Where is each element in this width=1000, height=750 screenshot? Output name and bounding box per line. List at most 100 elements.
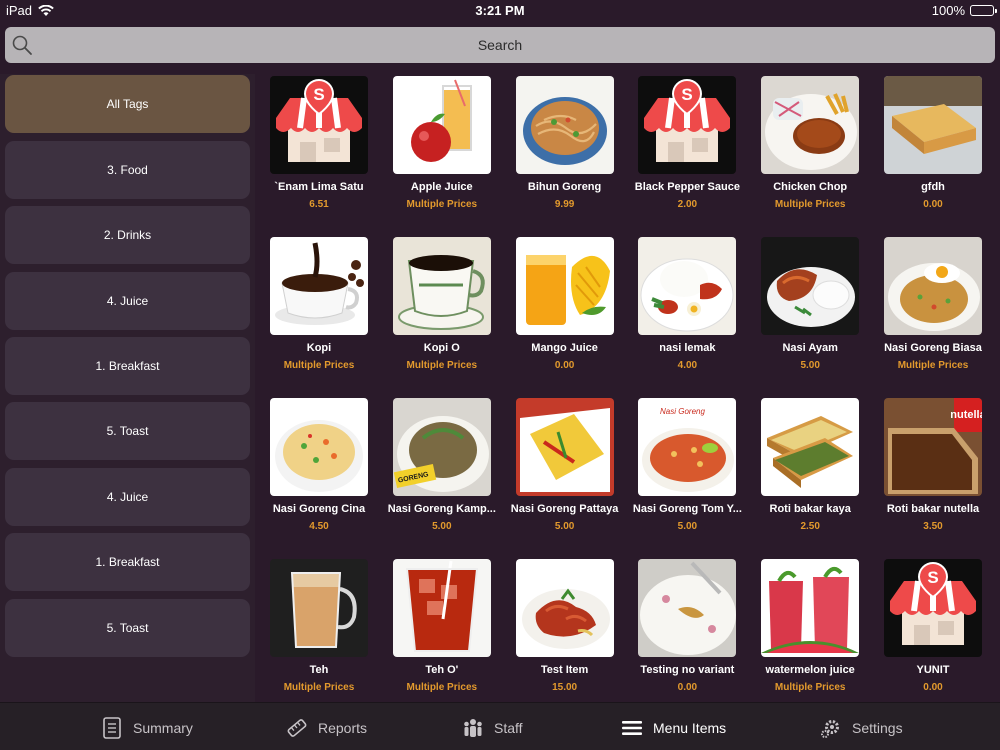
menu-item-price: 3.50 (923, 521, 943, 532)
svg-text:Nasi Goreng: Nasi Goreng (660, 407, 705, 416)
svg-text:nutella: nutella (950, 409, 982, 421)
tab-summary[interactable]: Summary (101, 715, 193, 741)
menu-item-name: Nasi Goreng Pattaya (510, 503, 619, 515)
clock: 3:21 PM (475, 3, 525, 18)
menu-item-price: 5.00 (554, 521, 575, 532)
mango-juice-image (515, 237, 614, 335)
staff-icon (464, 719, 482, 737)
menu-item-card[interactable]: Teh O' Multiple Prices (385, 557, 508, 718)
menu-item-card[interactable]: S YUNIT 0.00 (876, 557, 999, 718)
coffee-cup-image (392, 237, 491, 335)
menu-item-price: 5.00 (432, 521, 452, 532)
tag-sidebar: All Tags 3. Food 2. Drinks 4. Juice 1. B… (0, 74, 255, 702)
search-input[interactable]: Search (5, 37, 995, 53)
menu-item-price: 6.51 (309, 199, 329, 210)
tab-settings[interactable]: Settings (820, 715, 903, 741)
watermelon-juice-image (761, 559, 860, 657)
menu-list-icon (622, 721, 642, 735)
tag-toast-2[interactable]: 5. Toast (5, 599, 250, 657)
menu-item-name: Black Pepper Sauce (634, 181, 740, 193)
tag-drinks[interactable]: 2. Drinks (5, 206, 250, 264)
menu-item-name: Nasi Goreng Biasa (884, 342, 982, 354)
menu-item-card[interactable]: Bihun Goreng 9.99 (508, 74, 631, 235)
tag-juice[interactable]: 4. Juice (5, 272, 250, 330)
fried-rice-kampung-image: GORENG (392, 398, 491, 496)
menu-item-card[interactable]: Test Item 15.00 (508, 557, 631, 718)
menu-item-price: 0.00 (923, 199, 943, 210)
reports-icon (287, 719, 307, 737)
menu-item-price: Multiple Prices (774, 682, 846, 693)
battery-percent: 100% (931, 3, 965, 18)
store-logo-image: S (638, 76, 737, 174)
tag-food[interactable]: 3. Food (5, 141, 250, 199)
svg-text:S: S (313, 85, 324, 104)
milk-tea-image (270, 559, 368, 657)
tag-juice-2[interactable]: 4. Juice (5, 468, 250, 526)
menu-item-name: Teh (309, 664, 329, 676)
menu-item-name: Roti bakar kaya (769, 503, 851, 515)
gear-icon (821, 720, 839, 738)
menu-item-price: Multiple Prices (897, 360, 969, 371)
toast-image (884, 76, 982, 174)
menu-item-card[interactable]: Nasi Goreng Cina 4.50 (262, 396, 385, 557)
menu-item-card[interactable]: Mango Juice 0.00 (508, 235, 631, 396)
menu-item-card[interactable]: nasi lemak 4.00 (630, 235, 753, 396)
menu-item-card[interactable]: gfdh 0.00 (876, 74, 999, 235)
menu-item-name: Test Item (540, 664, 589, 676)
chicken-curry-image (515, 559, 614, 657)
menu-item-card[interactable]: Nasi Goreng Pattaya 5.00 (508, 396, 631, 557)
tab-menu-items[interactable]: Menu Items (621, 715, 726, 741)
menu-item-card[interactable]: GORENG Nasi Goreng Kamp... 5.00 (385, 396, 508, 557)
menu-item-name: Mango Juice (531, 342, 598, 354)
svg-text:S: S (682, 85, 693, 104)
menu-item-price: 2.50 (800, 521, 820, 532)
menu-item-price: 4.00 (677, 360, 698, 371)
menu-item-card[interactable]: Apple Juice Multiple Prices (385, 74, 508, 235)
nasi-lemak-image (638, 237, 737, 335)
tag-all-tags[interactable]: All Tags (5, 75, 250, 133)
menu-item-card[interactable]: Chicken Chop Multiple Prices (753, 74, 876, 235)
menu-item-card[interactable]: Nasi Goreng Nasi Goreng Tom Y... 5.00 (630, 396, 753, 557)
kaya-toast-image (761, 398, 860, 496)
tom-yam-rice-image: Nasi Goreng (638, 398, 737, 496)
menu-item-card[interactable]: Nasi Ayam 5.00 (753, 235, 876, 396)
menu-item-grid: S `Enam Lima Satu 6.51 Apple Juice Multiple… (262, 74, 1000, 702)
menu-item-price: Multiple Prices (406, 682, 478, 693)
menu-item-card[interactable]: nutella Roti bakar nutella 3.50 (876, 396, 999, 557)
tab-reports[interactable]: Reports (286, 715, 367, 741)
menu-item-card[interactable]: Kopi Multiple Prices (262, 235, 385, 396)
menu-item-name: Nasi Ayam (782, 342, 838, 354)
menu-item-name: Kopi (306, 342, 332, 354)
iced-tea-image (392, 559, 491, 657)
menu-item-card[interactable]: S Black Pepper Sauce 2.00 (630, 74, 753, 235)
tag-toast[interactable]: 5. Toast (5, 402, 250, 460)
menu-item-price: 0.00 (923, 682, 943, 693)
menu-item-card[interactable]: Nasi Goreng Biasa Multiple Prices (876, 235, 999, 396)
menu-item-name: Kopi O (423, 342, 460, 354)
search-bar[interactable]: Search (5, 27, 995, 63)
tag-breakfast[interactable]: 1. Breakfast (5, 337, 250, 395)
menu-item-card[interactable]: Kopi O Multiple Prices (385, 235, 508, 396)
menu-item-price: 15.00 (552, 682, 578, 693)
menu-item-name: Teh O' (425, 664, 459, 676)
menu-item-price: 5.00 (677, 521, 698, 532)
menu-item-price: 0.00 (677, 682, 698, 693)
menu-item-card[interactable]: Roti bakar kaya 2.50 (753, 396, 876, 557)
tag-breakfast-2[interactable]: 1. Breakfast (5, 533, 250, 591)
menu-item-price: 2.00 (677, 199, 698, 210)
menu-item-card[interactable]: Testing no variant 0.00 (630, 557, 753, 718)
store-logo-image: S (270, 76, 368, 174)
fried-rice-image (270, 398, 368, 496)
menu-item-name: nasi lemak (659, 342, 716, 354)
status-bar: iPad 3:21 PM 100% (0, 0, 1000, 22)
menu-item-card[interactable]: watermelon juice Multiple Prices (753, 557, 876, 718)
menu-item-card[interactable]: S `Enam Lima Satu 6.51 (262, 74, 385, 235)
chicken-rice-image (761, 237, 860, 335)
menu-item-name: `Enam Lima Satu (274, 181, 364, 193)
noodles-image (515, 76, 614, 174)
menu-item-price: Multiple Prices (406, 360, 478, 371)
tab-staff[interactable]: Staff (462, 715, 523, 741)
chicken-chop-image (761, 76, 860, 174)
menu-item-name: Chicken Chop (773, 181, 848, 193)
menu-item-card[interactable]: Teh Multiple Prices (262, 557, 385, 718)
